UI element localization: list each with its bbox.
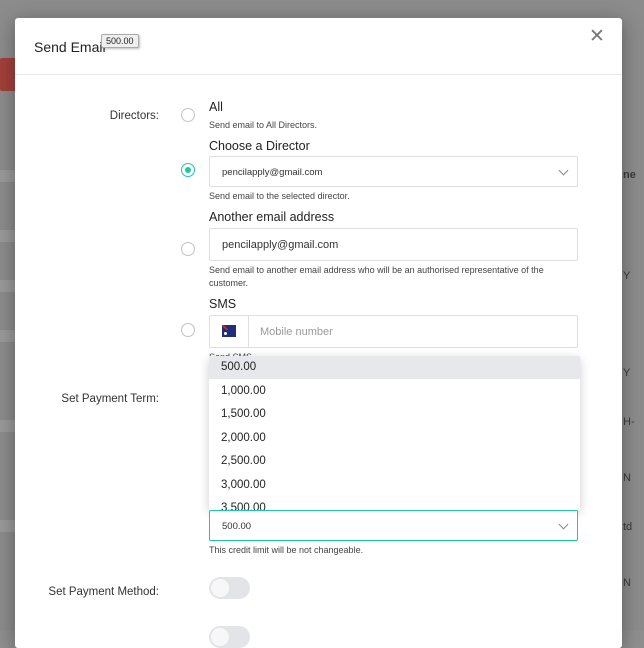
- chevron-down-icon: [558, 165, 569, 176]
- background-button: [0, 58, 16, 91]
- option-choose-director-help: Send email to the selected director.: [209, 191, 350, 201]
- background-row: [0, 230, 15, 242]
- radio-another-email[interactable]: [181, 242, 195, 256]
- option-another-email-help: Send email to another email address who …: [209, 265, 544, 288]
- background-text: td: [623, 521, 633, 533]
- background-text: ne: [623, 169, 636, 181]
- chevron-down-icon: [558, 519, 569, 530]
- director-select[interactable]: pencilapply@gmail.com: [209, 156, 578, 187]
- background-text: H-: [623, 416, 635, 428]
- dropdown-option[interactable]: 3,500.00: [209, 497, 580, 510]
- mobile-number-input[interactable]: Mobile number: [209, 315, 578, 348]
- country-flag-selector[interactable]: [210, 316, 249, 347]
- payment-method-toggle[interactable]: [209, 577, 250, 599]
- dropdown-option[interactable]: 3,000.00: [209, 474, 580, 497]
- payment-term-select-value: 500.00: [222, 521, 252, 532]
- modal-header: Send Email 500.00 ✕: [15, 18, 622, 75]
- close-icon[interactable]: ✕: [589, 27, 605, 46]
- background-row: [0, 170, 15, 182]
- payment-term-help: This credit limit will be not changeable…: [209, 545, 364, 555]
- payment-method-label: Set Payment Method:: [48, 586, 159, 598]
- radio-sms[interactable]: [181, 323, 195, 337]
- background-row: [0, 280, 15, 292]
- dropdown-option[interactable]: 2,500.00: [209, 450, 580, 473]
- background-text: N: [623, 577, 631, 589]
- modal-title: Send Email: [34, 39, 106, 55]
- option-all-help: Send email to All Directors.: [209, 120, 318, 130]
- payment-term-dropdown: 500.00 1,000.00 1,500.00 2,000.00 2,500.…: [209, 356, 580, 510]
- another-email-input[interactable]: pencilapply@gmail.com: [209, 228, 578, 261]
- another-email-value: pencilapply@gmail.com: [222, 239, 339, 251]
- send-email-modal: Send Email 500.00 ✕ Directors: All Send …: [15, 18, 622, 648]
- dropdown-option[interactable]: 1,000.00: [209, 380, 580, 403]
- background-text: Y: [623, 270, 631, 282]
- director-select-value: pencilapply@gmail.com: [222, 167, 323, 178]
- radio-choose-director[interactable]: [181, 163, 195, 177]
- dropdown-option[interactable]: 2,000.00: [209, 427, 580, 450]
- payment-term-label: Set Payment Term:: [61, 393, 159, 405]
- option-all-title: All: [209, 100, 223, 114]
- option-sms-title: SMS: [209, 297, 237, 311]
- mobile-number-placeholder: Mobile number: [260, 326, 333, 338]
- next-option-toggle[interactable]: [209, 626, 250, 648]
- dropdown-option[interactable]: 500.00: [209, 356, 580, 379]
- option-choose-director-title: Choose a Director: [209, 139, 310, 153]
- background-row: [0, 330, 15, 342]
- background-row: [0, 520, 15, 532]
- dropdown-option[interactable]: 1,500.00: [209, 403, 580, 426]
- radio-all[interactable]: [181, 108, 195, 122]
- option-another-email-title: Another email address: [209, 210, 335, 224]
- title-tooltip: 500.00: [101, 34, 139, 48]
- australia-flag-icon: [222, 325, 236, 337]
- background-text: Y: [623, 367, 631, 379]
- background-row: [0, 420, 15, 432]
- directors-label: Directors:: [109, 110, 159, 122]
- payment-term-select[interactable]: 500.00: [209, 510, 578, 541]
- background-text: N: [623, 472, 631, 484]
